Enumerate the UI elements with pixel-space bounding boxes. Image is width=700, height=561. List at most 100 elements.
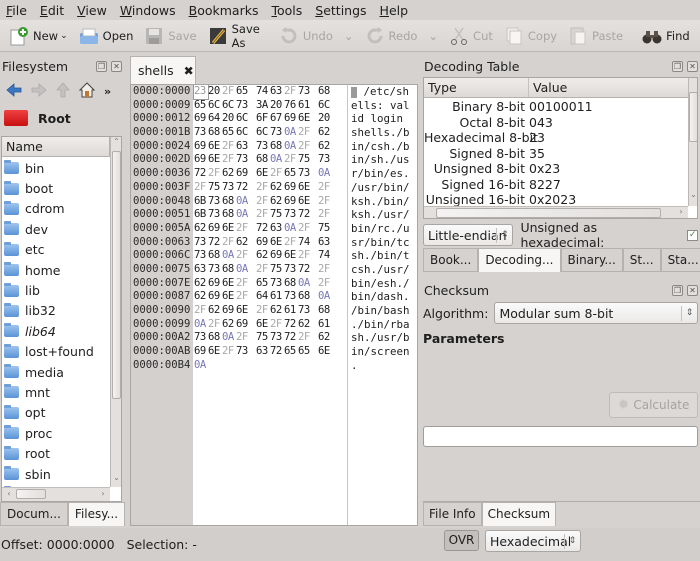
tab-left-0[interactable]: Docum... <box>0 502 68 526</box>
folder-item[interactable]: etc <box>2 240 110 260</box>
scroll-down-arrow[interactable]: ⌄ <box>111 473 121 485</box>
byte-cell[interactable]: 2F <box>256 263 270 277</box>
folder-item[interactable]: lib32 <box>2 301 110 321</box>
byte-cell[interactable]: 65 <box>284 345 298 359</box>
byte-cell[interactable]: 0A <box>236 208 250 222</box>
value-coding-select[interactable]: Hexadecimal ⇕ <box>485 530 581 552</box>
byte-cell[interactable]: 2F <box>222 140 236 154</box>
char-row[interactable]: sh./usr/b <box>351 331 417 345</box>
char-row[interactable]: sr/bin/tc <box>351 236 417 250</box>
byte-cell[interactable]: 75 <box>256 331 270 345</box>
undo-button[interactable]: Undo <box>274 22 338 50</box>
byte-cell[interactable]: 64 <box>256 290 270 304</box>
find-button[interactable]: Find <box>637 22 695 50</box>
byte-cell[interactable]: 69 <box>222 304 236 318</box>
byte-cell[interactable]: 2F <box>256 195 270 209</box>
scrollbar-thumb[interactable] <box>436 208 661 218</box>
toolbar-overflow-button[interactable]: » <box>696 22 700 50</box>
char-column[interactable]: /etc/sh ells: val id login shells./b in/csh… <box>351 85 417 372</box>
byte-cell[interactable]: 62 <box>194 290 208 304</box>
byte-cell[interactable]: 2F <box>222 236 236 250</box>
tab-tool-2[interactable]: Binary... <box>560 248 623 272</box>
decoding-row[interactable]: Signed 16-bit 8227 <box>424 177 688 193</box>
byte-cell[interactable]: 62 <box>194 222 208 236</box>
tab-tool-3[interactable]: St... <box>622 248 661 272</box>
tab-left-1[interactable]: Filesy... <box>67 502 126 526</box>
home-icon[interactable] <box>78 81 96 101</box>
menu-view[interactable]: View <box>77 3 107 18</box>
byte-cell[interactable]: 62 <box>318 126 332 140</box>
calculate-button[interactable]: ✹ Calculate <box>609 392 698 418</box>
byte-cell[interactable]: 69 <box>208 277 222 291</box>
char-row[interactable]: in/screen <box>351 345 417 359</box>
byte-cell[interactable]: 6C <box>236 112 250 126</box>
byte-cell[interactable]: 0A <box>284 126 298 140</box>
char-row[interactable]: bin/dash. <box>351 290 417 304</box>
folder-item[interactable]: bin <box>2 158 110 178</box>
byte-cell[interactable]: 69 <box>194 345 208 359</box>
byte-cell[interactable]: 72 <box>284 318 298 332</box>
byte-cell[interactable]: 63 <box>194 263 208 277</box>
byte-cell[interactable]: 20 <box>208 85 222 99</box>
byte-cell[interactable]: 73 <box>194 331 208 345</box>
byte-cell[interactable]: 23 <box>193 85 209 100</box>
byte-cell[interactable]: 2F <box>298 331 312 345</box>
scroll-right-arrow[interactable]: › <box>98 489 108 498</box>
byte-cell[interactable]: 65 <box>298 345 312 359</box>
byte-cell[interactable]: 2F <box>298 140 312 154</box>
filesystem-horizontal-scrollbar[interactable]: ‹ › <box>2 487 110 501</box>
byte-cell[interactable]: 72 <box>236 181 250 195</box>
byte-cell[interactable]: 69 <box>236 167 250 181</box>
byte-cell[interactable]: 6E <box>236 304 250 318</box>
byte-cell[interactable]: 63 <box>256 345 270 359</box>
byte-cell[interactable]: 0A <box>222 249 236 263</box>
byte-cell[interactable]: 73 <box>284 290 298 304</box>
char-row[interactable]: bin/esh./ <box>351 277 417 291</box>
byte-cell[interactable]: 2F <box>236 290 250 304</box>
char-row[interactable]: /etc/sh <box>351 85 417 99</box>
byte-cell[interactable]: 69 <box>270 249 284 263</box>
byte-cell[interactable]: 2F <box>236 222 250 236</box>
byte-cell[interactable]: 68 <box>222 263 236 277</box>
byte-cell[interactable]: 76 <box>284 99 298 113</box>
value-column-header[interactable]: Value <box>529 78 567 97</box>
byte-cell[interactable]: 73 <box>270 126 284 140</box>
byte-cell[interactable]: 6E <box>270 236 284 250</box>
byte-cell[interactable]: 2F <box>194 304 208 318</box>
scrollbar-thumb[interactable] <box>16 489 46 499</box>
char-row[interactable]: shells./b <box>351 126 417 140</box>
byte-cell[interactable]: 65 <box>236 85 250 99</box>
byte-cell[interactable]: 65 <box>284 167 298 181</box>
menu-windows[interactable]: Windows <box>120 3 176 18</box>
scrollbar-thumb[interactable] <box>689 92 697 142</box>
byte-cell[interactable]: 2F <box>256 208 270 222</box>
byte-cell[interactable]: 6E <box>208 153 222 167</box>
folder-item[interactable]: lib <box>2 280 110 300</box>
byte-cell[interactable]: 0A <box>284 222 298 236</box>
decoding-row[interactable]: Binary 8-bit 00100011 <box>424 99 688 115</box>
byte-cell[interactable]: 62 <box>208 304 222 318</box>
byte-cell[interactable]: 63 <box>318 236 332 250</box>
tab-tool-1[interactable]: Decoding... <box>478 248 561 272</box>
byte-cell[interactable]: 2F <box>222 345 236 359</box>
byte-cell[interactable]: 62 <box>256 249 270 263</box>
folder-item[interactable]: mnt <box>2 382 110 402</box>
byte-cell[interactable]: 73 <box>318 153 332 167</box>
byte-cell[interactable]: 73 <box>270 277 284 291</box>
byte-cell[interactable]: 6E <box>208 140 222 154</box>
folder-item[interactable]: cdrom <box>2 199 110 219</box>
folder-item[interactable]: home <box>2 260 110 280</box>
char-row[interactable]: . <box>351 359 417 373</box>
byte-cell[interactable]: 6C <box>208 99 222 113</box>
byte-cell[interactable]: 73 <box>256 140 270 154</box>
byte-cell[interactable]: 6C <box>236 126 250 140</box>
byte-cell[interactable]: 2F <box>256 181 270 195</box>
byte-cell[interactable]: 61 <box>270 290 284 304</box>
close-dock-button[interactable]: ✕ <box>111 60 122 72</box>
menu-edit[interactable]: Edit <box>40 3 64 18</box>
scrollbar-thumb[interactable] <box>112 151 121 399</box>
menu-tools[interactable]: Tools <box>271 3 302 18</box>
byte-cell[interactable]: 73 <box>194 249 208 263</box>
byte-cell[interactable]: 6E <box>222 222 236 236</box>
byte-cell[interactable]: 2F <box>318 263 332 277</box>
